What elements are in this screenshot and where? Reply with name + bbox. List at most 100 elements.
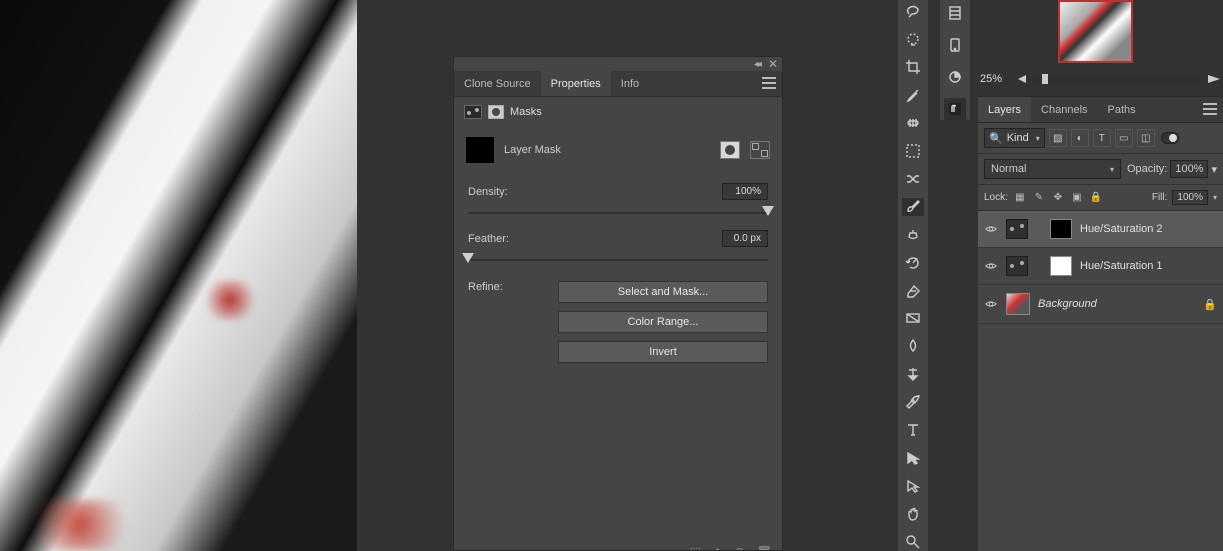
select-and-mask-button[interactable]: Select and Mask...: [558, 281, 768, 303]
feather-slider-knob[interactable]: [462, 253, 474, 263]
history-icon[interactable]: [944, 2, 966, 24]
history-brush-tool-icon[interactable]: [902, 254, 924, 272]
mask-thumbnail[interactable]: [466, 137, 494, 163]
zoom-tool-icon[interactable]: [902, 533, 924, 551]
adjustment-layer-icon: [1006, 219, 1028, 239]
visibility-icon[interactable]: [984, 297, 998, 311]
navigator-zoom-slider[interactable]: [1032, 77, 1202, 81]
feather-label: Feather:: [468, 233, 509, 245]
density-slider[interactable]: [468, 206, 768, 220]
density-slider-knob[interactable]: [762, 206, 774, 216]
lasso-tool-icon[interactable]: [902, 2, 924, 20]
layer-row[interactable]: Background 🔒: [978, 285, 1223, 324]
tab-channels[interactable]: Channels: [1031, 97, 1097, 122]
navigator-zoom-knob[interactable]: [1042, 74, 1048, 84]
tab-properties[interactable]: Properties: [541, 71, 611, 96]
eyedropper-tool-icon[interactable]: [902, 86, 924, 104]
vector-mask-button[interactable]: [750, 141, 770, 159]
feather-slider[interactable]: [468, 253, 768, 267]
filter-pixel-icon[interactable]: ▧: [1049, 129, 1067, 147]
visibility-icon[interactable]: [984, 222, 998, 236]
blur-tool-icon[interactable]: [902, 337, 924, 355]
link-icon: [1036, 256, 1042, 276]
zoom-in-icon[interactable]: [1208, 75, 1220, 83]
healing-brush-tool-icon[interactable]: [902, 114, 924, 132]
tools-column: [898, 0, 928, 551]
opacity-value[interactable]: 100%: [1170, 160, 1208, 178]
fill-value[interactable]: 100%: [1172, 190, 1208, 205]
mask-icon: [488, 105, 504, 119]
chevron-down-icon[interactable]: ▾: [1213, 193, 1217, 202]
layer-name[interactable]: Hue/Saturation 2: [1080, 223, 1217, 235]
fill-label: Fill:: [1152, 192, 1168, 203]
pixel-mask-button[interactable]: [720, 141, 740, 159]
paragraph-panel-icon[interactable]: [944, 98, 966, 120]
chevron-down-icon[interactable]: ▾: [1211, 163, 1217, 176]
visibility-icon[interactable]: [984, 259, 998, 273]
tab-layers[interactable]: Layers: [978, 97, 1031, 122]
disable-mask-icon[interactable]: ◉: [734, 545, 744, 550]
filter-smartobject-icon[interactable]: ◫: [1137, 129, 1155, 147]
panel-collapse-icon[interactable]: ◂◂: [754, 59, 760, 70]
link-icon: [1036, 219, 1042, 239]
layer-row[interactable]: Hue/Saturation 1: [978, 248, 1223, 285]
feather-value[interactable]: 0.0 px: [722, 230, 768, 247]
eraser-tool-icon[interactable]: [902, 282, 924, 300]
clone-stamp-tool-icon[interactable]: [902, 226, 924, 244]
filter-type-icon[interactable]: T: [1093, 129, 1111, 147]
pen-tool-icon[interactable]: [902, 393, 924, 411]
lock-artboard-icon[interactable]: ▣: [1070, 191, 1084, 205]
document-canvas[interactable]: [0, 0, 357, 551]
layer-filter-kind-select[interactable]: 🔍 Kind ▾: [984, 128, 1045, 148]
type-tool-icon[interactable]: [902, 421, 924, 439]
crop-tool-icon[interactable]: [902, 58, 924, 76]
layer-thumbnail[interactable]: [1006, 293, 1030, 315]
swatches-icon[interactable]: [944, 66, 966, 88]
tab-clone-source[interactable]: Clone Source: [454, 71, 541, 96]
chevron-down-icon: ▾: [1036, 134, 1040, 143]
lock-image-icon[interactable]: ✎: [1032, 191, 1046, 205]
dodge-tool-icon[interactable]: [902, 365, 924, 383]
panel-menu-icon[interactable]: [762, 77, 776, 89]
delete-mask-icon[interactable]: 🗑: [757, 545, 772, 550]
tab-info[interactable]: Info: [611, 71, 649, 96]
zoom-out-icon[interactable]: [1018, 75, 1026, 83]
device-preview-icon[interactable]: [944, 34, 966, 56]
lock-position-icon[interactable]: ✥: [1051, 191, 1065, 205]
gradient-tool-icon[interactable]: [902, 309, 924, 327]
direct-selection-tool-icon[interactable]: [902, 477, 924, 495]
lock-all-icon[interactable]: 🔒: [1089, 191, 1103, 205]
brush-tool-icon[interactable]: [902, 198, 924, 216]
invert-button[interactable]: Invert: [558, 341, 768, 363]
panel-close-icon[interactable]: ✕: [768, 57, 778, 71]
hand-tool-icon[interactable]: [902, 505, 924, 523]
marquee-tool-icon[interactable]: [902, 142, 924, 160]
layer-list: Hue/Saturation 2 Hue/Saturation 1 Backgr…: [978, 211, 1223, 324]
filter-adjustment-icon[interactable]: ◐: [1071, 129, 1089, 147]
path-selection-tool-icon[interactable]: [902, 449, 924, 467]
filter-shape-icon[interactable]: ▭: [1115, 129, 1133, 147]
navigator-thumbnail[interactable]: [1058, 0, 1133, 63]
properties-panel: ◂◂ ✕ Clone Source Properties Info Masks …: [453, 56, 783, 551]
density-label: Density:: [468, 186, 508, 198]
layer-mask-thumbnail[interactable]: [1050, 256, 1072, 276]
layers-menu-icon[interactable]: [1203, 103, 1217, 115]
lock-transparency-icon[interactable]: ▦: [1013, 191, 1027, 205]
tab-paths[interactable]: Paths: [1098, 97, 1146, 122]
refine-label: Refine:: [468, 281, 558, 363]
layer-name[interactable]: Background: [1038, 298, 1195, 310]
layer-row[interactable]: Hue/Saturation 2: [978, 211, 1223, 248]
density-value[interactable]: 100%: [722, 183, 768, 200]
shuffle-tool-icon[interactable]: [902, 170, 924, 188]
filter-toggle[interactable]: [1161, 132, 1179, 144]
color-range-button[interactable]: Color Range...: [558, 311, 768, 333]
layer-name[interactable]: Hue/Saturation 1: [1080, 260, 1217, 272]
mask-type-label: Layer Mask: [504, 144, 561, 156]
layer-mask-thumbnail[interactable]: [1050, 219, 1072, 239]
blend-mode-select[interactable]: Normal ▾: [984, 159, 1121, 179]
navigator-zoom-value[interactable]: 25%: [980, 73, 1012, 85]
opacity-label: Opacity:: [1127, 163, 1167, 175]
mask-from-selection-icon[interactable]: ⬚: [690, 545, 701, 550]
quick-selection-tool-icon[interactable]: [902, 30, 924, 48]
apply-mask-icon[interactable]: ◆: [713, 545, 722, 550]
